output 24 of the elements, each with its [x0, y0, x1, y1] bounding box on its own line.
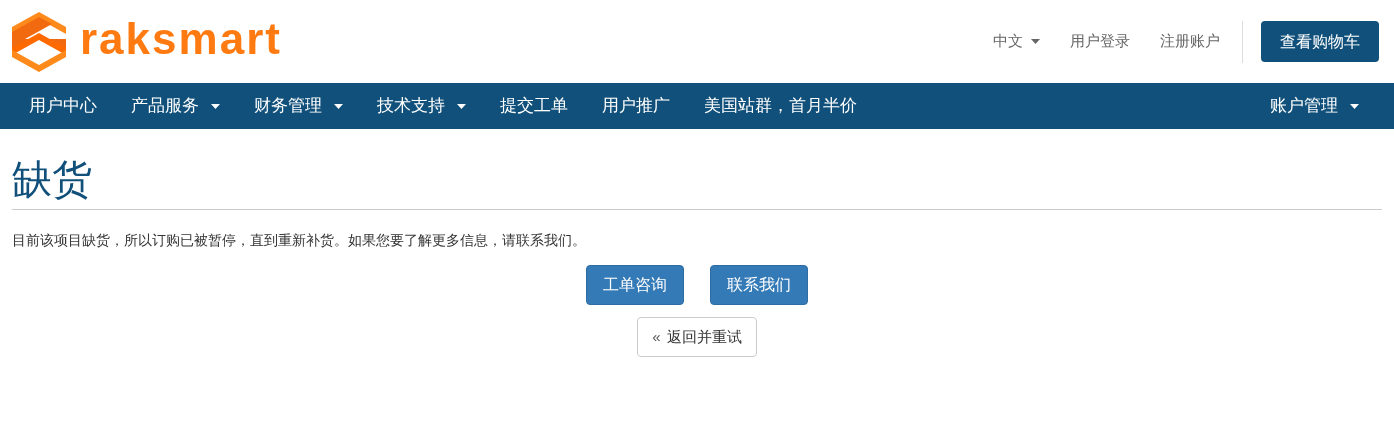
page-title: 缺货 [12, 129, 1382, 210]
nav-item[interactable]: 账户管理 [1253, 83, 1376, 129]
logo-icon [12, 11, 66, 72]
nav-item[interactable]: 美国站群，首月半价 [687, 83, 874, 129]
back-button[interactable]: « 返回并重试 [637, 317, 757, 357]
nav-item[interactable]: 技术支持 [360, 83, 483, 129]
nav-item[interactable]: 财务管理 [237, 83, 360, 129]
nav-item[interactable]: 提交工单 [483, 83, 585, 129]
caret-icon [334, 103, 343, 109]
caret-icon [1350, 103, 1359, 109]
nav-item[interactable]: 用户中心 [12, 83, 114, 129]
nav-item[interactable]: 产品服务 [114, 83, 237, 129]
caret-icon [457, 103, 466, 109]
top-link[interactable]: 用户登录 [1070, 30, 1130, 53]
back-icon: « [652, 325, 661, 349]
message-text: 目前该项目缺货，所以订购已被暂停，直到重新补货。如果您要了解更多信息，请联系我们。 [12, 231, 587, 250]
action-button[interactable]: 工单咨询 [586, 265, 684, 305]
action-button[interactable]: 联系我们 [710, 265, 808, 305]
cart-button[interactable]: 查看购物车 [1261, 21, 1379, 62]
caret-icon [1031, 39, 1040, 44]
top-link[interactable]: 注册账户 [1160, 30, 1220, 53]
caret-icon [211, 103, 220, 109]
nav-item[interactable]: 用户推广 [585, 83, 687, 129]
top-link[interactable]: 中文 [993, 30, 1040, 53]
